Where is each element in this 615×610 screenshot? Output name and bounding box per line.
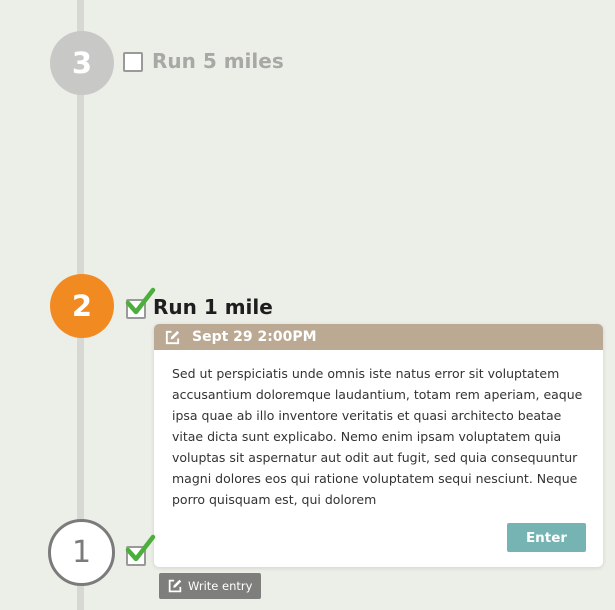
checkmark-icon [125, 287, 156, 315]
write-entry-button[interactable]: Write entry [159, 573, 261, 599]
journal-entry-card: Sept 29 2:00PM Sed ut perspiciatis unde … [154, 324, 603, 567]
task-checkbox-run-5-miles[interactable] [123, 52, 143, 72]
step-number: 2 [71, 289, 93, 323]
enter-button[interactable]: Enter [507, 523, 586, 552]
entry-text[interactable]: Sed ut perspiciatis unde omnis iste natu… [154, 350, 603, 511]
task-label-run-1-mile: Run 1 mile [153, 295, 273, 319]
entry-header: Sept 29 2:00PM [154, 324, 603, 350]
step-number: 3 [71, 46, 93, 80]
checkmark-icon [125, 534, 156, 562]
edit-icon [168, 579, 182, 593]
task-label-run-5-miles: Run 5 miles [152, 49, 284, 73]
edit-icon [165, 330, 180, 344]
write-entry-label: Write entry [188, 579, 253, 593]
step-2-badge: 2 [50, 274, 114, 338]
entry-date: Sept 29 2:00PM [192, 329, 317, 345]
step-number: 1 [71, 535, 92, 570]
step-1-badge: 1 [48, 519, 115, 586]
step-3-badge: 3 [50, 31, 114, 95]
